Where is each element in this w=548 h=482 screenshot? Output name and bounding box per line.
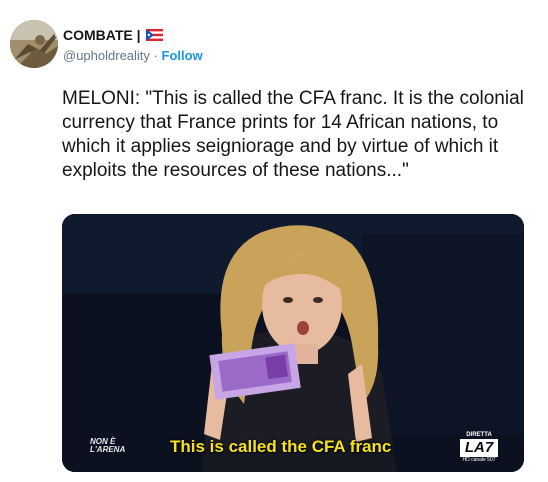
video-frame xyxy=(62,214,524,472)
tweet-video[interactable]: NON È L'ARENA This is called the CFA fra… xyxy=(62,214,524,472)
channel-logo: DIRETTA LA7 HD canale 507 xyxy=(460,432,498,464)
author-display-name: COMBATE | xyxy=(63,27,141,43)
tweet-text: MELONI: "This is called the CFA franc. I… xyxy=(62,88,524,181)
handle-line: @upholdreality · Follow xyxy=(63,48,203,63)
program-logo-line-2: L'ARENA xyxy=(90,445,126,454)
channel-logo-number: HD canale 507 xyxy=(462,457,496,463)
author-name[interactable]: COMBATE | xyxy=(63,27,163,43)
avatar-image xyxy=(10,20,58,68)
author-handle[interactable]: @upholdreality xyxy=(63,48,150,63)
tweet-card: COMBATE | @upholdreality · Follow MELONI… xyxy=(0,0,548,482)
channel-logo-mark: LA7 xyxy=(460,439,498,457)
channel-logo-live: DIRETTA xyxy=(466,432,492,438)
separator-dot: · xyxy=(153,48,158,63)
program-logo: NON È L'ARENA xyxy=(90,438,125,454)
avatar[interactable] xyxy=(10,20,58,68)
puerto-rico-flag-icon xyxy=(145,29,163,41)
follow-link[interactable]: Follow xyxy=(162,48,203,63)
video-subtitle: This is called the CFA franc xyxy=(170,437,392,456)
